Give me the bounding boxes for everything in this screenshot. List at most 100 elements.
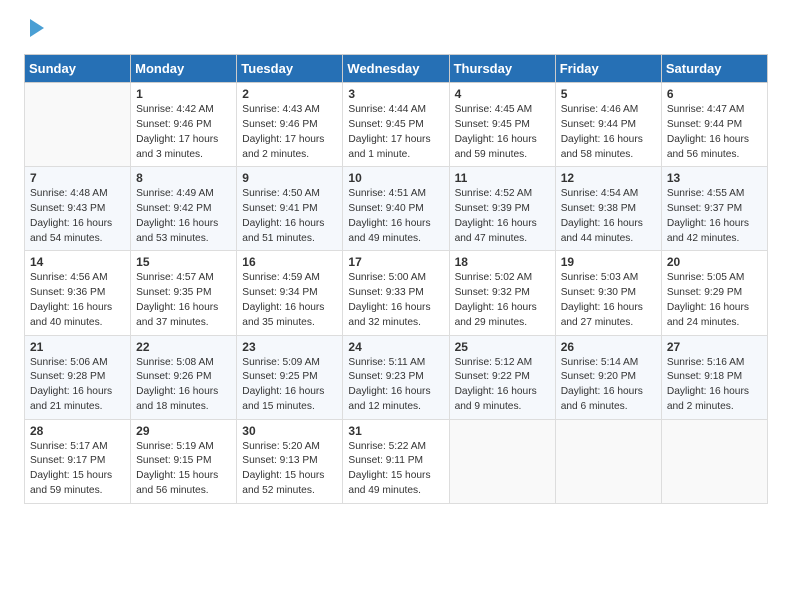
- day-number: 31: [348, 424, 443, 438]
- day-number: 19: [561, 255, 656, 269]
- day-info: Sunrise: 5:14 AM Sunset: 9:20 PM Dayligh…: [561, 356, 656, 415]
- weekday-header: Sunday: [25, 55, 131, 83]
- day-info: Sunrise: 4:44 AM Sunset: 9:45 PM Dayligh…: [348, 103, 443, 162]
- day-info: Sunrise: 5:20 AM Sunset: 9:13 PM Dayligh…: [242, 440, 337, 499]
- day-info: Sunrise: 4:43 AM Sunset: 9:46 PM Dayligh…: [242, 103, 337, 162]
- day-info: Sunrise: 5:17 AM Sunset: 9:17 PM Dayligh…: [30, 440, 125, 499]
- calendar-cell: [661, 419, 767, 503]
- day-number: 22: [136, 340, 231, 354]
- day-number: 5: [561, 87, 656, 101]
- day-number: 13: [667, 171, 762, 185]
- day-info: Sunrise: 5:00 AM Sunset: 9:33 PM Dayligh…: [348, 271, 443, 330]
- day-info: Sunrise: 5:22 AM Sunset: 9:11 PM Dayligh…: [348, 440, 443, 499]
- calendar-cell: 5 Sunrise: 4:46 AM Sunset: 9:44 PM Daylig…: [555, 83, 661, 167]
- calendar-cell: 2 Sunrise: 4:43 AM Sunset: 9:46 PM Daylig…: [237, 83, 343, 167]
- day-info: Sunrise: 4:50 AM Sunset: 9:41 PM Dayligh…: [242, 187, 337, 246]
- day-info: Sunrise: 5:02 AM Sunset: 9:32 PM Dayligh…: [455, 271, 550, 330]
- calendar-cell: 3 Sunrise: 4:44 AM Sunset: 9:45 PM Daylig…: [343, 83, 449, 167]
- calendar-cell: 25Sunrise: 5:12 AM Sunset: 9:22 PM Dayli…: [449, 335, 555, 419]
- calendar-week-row: 28 Sunrise: 5:17 AM Sunset: 9:17 PM Dayli…: [25, 419, 768, 503]
- day-info: Sunrise: 4:55 AM Sunset: 9:37 PM Dayligh…: [667, 187, 762, 246]
- day-number: 11: [455, 171, 550, 185]
- calendar-cell: 4 Sunrise: 4:45 AM Sunset: 9:45 PM Daylig…: [449, 83, 555, 167]
- day-number: 9: [242, 171, 337, 185]
- day-number: 14: [30, 255, 125, 269]
- day-number: 28: [30, 424, 125, 438]
- day-info: Sunrise: 5:09 AM Sunset: 9:25 PM Dayligh…: [242, 356, 337, 415]
- day-number: 6: [667, 87, 762, 101]
- day-info: Sunrise: 5:11 AM Sunset: 9:23 PM Dayligh…: [348, 356, 443, 415]
- calendar-cell: 16 Sunrise: 4:59 AM Sunset: 9:34 PM Dayli…: [237, 251, 343, 335]
- calendar-body: 1 Sunrise: 4:42 AM Sunset: 9:46 PM Daylig…: [25, 83, 768, 504]
- calendar-week-row: 7 Sunrise: 4:48 AM Sunset: 9:43 PM Daylig…: [25, 167, 768, 251]
- day-number: 30: [242, 424, 337, 438]
- day-number: 20: [667, 255, 762, 269]
- day-info: Sunrise: 4:57 AM Sunset: 9:35 PM Dayligh…: [136, 271, 231, 330]
- calendar-cell: 12Sunrise: 4:54 AM Sunset: 9:38 PM Dayli…: [555, 167, 661, 251]
- calendar-cell: 9 Sunrise: 4:50 AM Sunset: 9:41 PM Daylig…: [237, 167, 343, 251]
- day-number: 29: [136, 424, 231, 438]
- day-info: Sunrise: 4:42 AM Sunset: 9:46 PM Dayligh…: [136, 103, 231, 162]
- day-number: 24: [348, 340, 443, 354]
- calendar-cell: [449, 419, 555, 503]
- calendar-cell: 19 Sunrise: 5:03 AM Sunset: 9:30 PM Dayli…: [555, 251, 661, 335]
- day-info: Sunrise: 4:51 AM Sunset: 9:40 PM Dayligh…: [348, 187, 443, 246]
- calendar-cell: 29 Sunrise: 5:19 AM Sunset: 9:15 PM Dayli…: [131, 419, 237, 503]
- day-number: 17: [348, 255, 443, 269]
- logo-arrow-icon: [26, 17, 48, 39]
- calendar-cell: 6 Sunrise: 4:47 AM Sunset: 9:44 PM Daylig…: [661, 83, 767, 167]
- day-info: Sunrise: 5:03 AM Sunset: 9:30 PM Dayligh…: [561, 271, 656, 330]
- calendar-cell: 23 Sunrise: 5:09 AM Sunset: 9:25 PM Dayli…: [237, 335, 343, 419]
- day-number: 7: [30, 171, 125, 185]
- day-number: 4: [455, 87, 550, 101]
- day-info: Sunrise: 4:45 AM Sunset: 9:45 PM Dayligh…: [455, 103, 550, 162]
- day-number: 15: [136, 255, 231, 269]
- day-number: 10: [348, 171, 443, 185]
- weekday-header: Monday: [131, 55, 237, 83]
- calendar-table: SundayMondayTuesdayWednesdayThursdayFrid…: [24, 54, 768, 504]
- calendar-cell: 21Sunrise: 5:06 AM Sunset: 9:28 PM Dayli…: [25, 335, 131, 419]
- day-number: 16: [242, 255, 337, 269]
- day-info: Sunrise: 5:08 AM Sunset: 9:26 PM Dayligh…: [136, 356, 231, 415]
- day-number: 2: [242, 87, 337, 101]
- weekday-header: Wednesday: [343, 55, 449, 83]
- calendar-cell: 8Sunrise: 4:49 AM Sunset: 9:42 PM Daylig…: [131, 167, 237, 251]
- weekday-header: Thursday: [449, 55, 555, 83]
- day-number: 27: [667, 340, 762, 354]
- calendar-week-row: 14Sunrise: 4:56 AM Sunset: 9:36 PM Dayli…: [25, 251, 768, 335]
- weekday-header: Saturday: [661, 55, 767, 83]
- calendar-cell: 17 Sunrise: 5:00 AM Sunset: 9:33 PM Dayli…: [343, 251, 449, 335]
- day-number: 8: [136, 171, 231, 185]
- calendar-cell: 15 Sunrise: 4:57 AM Sunset: 9:35 PM Dayli…: [131, 251, 237, 335]
- day-info: Sunrise: 4:48 AM Sunset: 9:43 PM Dayligh…: [30, 187, 125, 246]
- day-number: 1: [136, 87, 231, 101]
- day-info: Sunrise: 4:52 AM Sunset: 9:39 PM Dayligh…: [455, 187, 550, 246]
- day-number: 26: [561, 340, 656, 354]
- calendar-cell: 11 Sunrise: 4:52 AM Sunset: 9:39 PM Dayli…: [449, 167, 555, 251]
- day-number: 23: [242, 340, 337, 354]
- calendar-week-row: 1 Sunrise: 4:42 AM Sunset: 9:46 PM Daylig…: [25, 83, 768, 167]
- calendar-cell: 26 Sunrise: 5:14 AM Sunset: 9:20 PM Dayli…: [555, 335, 661, 419]
- day-info: Sunrise: 5:19 AM Sunset: 9:15 PM Dayligh…: [136, 440, 231, 499]
- day-info: Sunrise: 4:54 AM Sunset: 9:38 PM Dayligh…: [561, 187, 656, 246]
- calendar-cell: [25, 83, 131, 167]
- weekday-header: Friday: [555, 55, 661, 83]
- day-info: Sunrise: 4:47 AM Sunset: 9:44 PM Dayligh…: [667, 103, 762, 162]
- day-info: Sunrise: 4:59 AM Sunset: 9:34 PM Dayligh…: [242, 271, 337, 330]
- day-number: 25: [455, 340, 550, 354]
- calendar-cell: 1 Sunrise: 4:42 AM Sunset: 9:46 PM Daylig…: [131, 83, 237, 167]
- calendar-week-row: 21Sunrise: 5:06 AM Sunset: 9:28 PM Dayli…: [25, 335, 768, 419]
- calendar-cell: 30 Sunrise: 5:20 AM Sunset: 9:13 PM Dayli…: [237, 419, 343, 503]
- day-number: 21: [30, 340, 125, 354]
- day-info: Sunrise: 4:46 AM Sunset: 9:44 PM Dayligh…: [561, 103, 656, 162]
- calendar-cell: [555, 419, 661, 503]
- calendar-cell: 20 Sunrise: 5:05 AM Sunset: 9:29 PM Dayli…: [661, 251, 767, 335]
- calendar-cell: 31 Sunrise: 5:22 AM Sunset: 9:11 PM Dayli…: [343, 419, 449, 503]
- day-info: Sunrise: 5:05 AM Sunset: 9:29 PM Dayligh…: [667, 271, 762, 330]
- day-number: 3: [348, 87, 443, 101]
- weekday-header: Tuesday: [237, 55, 343, 83]
- calendar-cell: 28 Sunrise: 5:17 AM Sunset: 9:17 PM Dayli…: [25, 419, 131, 503]
- calendar-cell: 14Sunrise: 4:56 AM Sunset: 9:36 PM Dayli…: [25, 251, 131, 335]
- day-info: Sunrise: 5:16 AM Sunset: 9:18 PM Dayligh…: [667, 356, 762, 415]
- calendar-cell: 18Sunrise: 5:02 AM Sunset: 9:32 PM Dayli…: [449, 251, 555, 335]
